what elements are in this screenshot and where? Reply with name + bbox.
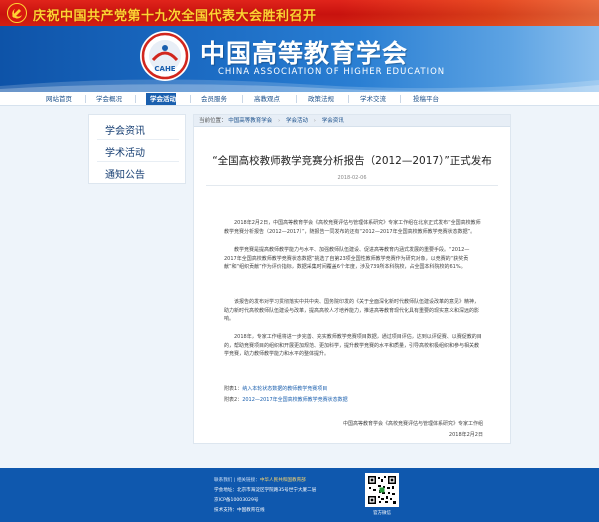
- footer-tech-value[interactable]: 中国教育在线: [237, 508, 265, 513]
- banner-text: 庆祝中国共产党第十九次全国代表大会胜利召开: [33, 9, 317, 24]
- article-paragraph: 教学竞赛是提高教师教学能力与水平、加强教师队伍建设、促进高等教育内涵式发展的重要…: [224, 247, 470, 271]
- footer-links: 联系我们 | 相关链接：中华人民共和国教育部: [214, 477, 306, 483]
- breadcrumb-link-news[interactable]: 学会资讯: [322, 118, 344, 124]
- nav-item-academic[interactable]: 学术交流: [359, 93, 387, 105]
- nav-item-policies[interactable]: 政策法规: [307, 93, 335, 105]
- footer-address-label: 学会地址：: [214, 488, 237, 493]
- breadcrumb: 当前位置： 中国高等教育学会 › 学会活动 › 学会资讯: [194, 115, 510, 127]
- nav-separator: [348, 95, 349, 103]
- qr-code-label: 官方微信: [373, 511, 391, 516]
- nav-item-submission[interactable]: 投稿平台: [412, 93, 440, 105]
- article-sign-date: 2018年2月2日: [448, 432, 483, 438]
- nav-separator: [242, 95, 243, 103]
- attachment-link[interactable]: 纳入本轮状态数据的教师教学竞赛项目: [242, 386, 327, 392]
- cahe-logo-icon[interactable]: CAHE: [139, 30, 191, 82]
- nav-separator: [135, 95, 136, 103]
- party-emblem-icon: [7, 3, 27, 23]
- article-paragraph: 2018年2月2日，中国高等教育学会《高校竞赛评估与管理体系研究》专家工作组在北…: [224, 220, 481, 235]
- sidebar-item-news[interactable]: 学会资讯: [105, 122, 145, 137]
- footer-address-value: 北京市海淀区学院路35号世宁大厦二层: [236, 488, 317, 493]
- sidebar-divider: [97, 161, 179, 162]
- attachment-item: 附表1：纳入本轮状态数据的教师教学竞赛项目: [224, 385, 327, 392]
- site-footer: 联系我们 | 相关链接：中华人民共和国教育部 学会地址：北京市海淀区学院路35号…: [0, 468, 599, 522]
- sidebar-item-notices[interactable]: 通知公告: [105, 166, 145, 181]
- title-divider: [206, 185, 498, 186]
- attachment-link[interactable]: 2012—2017年全国高校教师教学竞赛状态数据: [242, 397, 347, 403]
- nav-item-activities[interactable]: 学会活动: [146, 93, 176, 105]
- nav-separator: [85, 95, 86, 103]
- sidebar: 学会资讯 学术活动 通知公告: [88, 114, 186, 184]
- article-paragraph: 2018年，专家工作组将进一步完善、充实教师教学竞赛项目数据，通过项目评估，达到…: [224, 334, 482, 358]
- article-paragraph: 该报告的发布对学习贯彻落实中共中央、国务院印发的《关于全面深化新时代教师队伍建设…: [224, 299, 480, 323]
- footer-tech-label: 技术支持：: [214, 508, 237, 513]
- banner-shine: [339, 0, 599, 26]
- nav-separator: [296, 95, 297, 103]
- breadcrumb-prefix: 当前位置：: [199, 118, 227, 124]
- footer-link-moe[interactable]: 中华人民共和国教育部: [260, 478, 306, 483]
- attachment-prefix: 附表1：: [224, 386, 243, 392]
- breadcrumb-link-activities[interactable]: 学会活动: [286, 118, 308, 124]
- footer-address: 学会地址：北京市海淀区学院路35号世宁大厦二层: [214, 487, 316, 493]
- attachment-item: 附表2：2012—2017年全国高校教师教学竞赛状态数据: [224, 396, 348, 403]
- nav-item-about[interactable]: 学会概况: [95, 93, 123, 105]
- breadcrumb-link-home[interactable]: 中国高等教育学会: [228, 118, 272, 124]
- article-signature: 中国高等教育学会《高校竞赛评估与管理体系研究》专家工作组: [342, 421, 483, 427]
- sidebar-divider: [97, 139, 179, 140]
- breadcrumb-arrow-icon: ›: [313, 118, 316, 124]
- nav-separator: [400, 95, 401, 103]
- logo-text: CAHE: [154, 65, 175, 73]
- main-nav: 网站首页 学会概况 学会活动 会员服务 高教观点 政策法规 学术交流 投稿平台: [0, 92, 599, 106]
- wechat-qr-code-icon: [365, 473, 399, 507]
- nav-separator: [190, 95, 191, 103]
- nav-item-home[interactable]: 网站首页: [45, 93, 73, 105]
- article-title: “全国高校教师教学竞赛分析报告（2012—2017）”正式发布: [212, 155, 492, 167]
- article-panel: 当前位置： 中国高等教育学会 › 学会活动 › 学会资讯 “全国高校教师教学竞赛…: [193, 114, 511, 444]
- site-header: CAHE 中国高等教育学会 CHINA ASSOCIATION OF HIGHE…: [0, 26, 599, 92]
- sidebar-item-academic-activities[interactable]: 学术活动: [105, 144, 145, 159]
- attachment-prefix: 附表2：: [224, 397, 243, 403]
- celebration-banner: 庆祝中国共产党第十九次全国代表大会胜利召开: [0, 0, 599, 26]
- site-subtitle: CHINA ASSOCIATION OF HIGHER EDUCATION: [218, 67, 446, 77]
- nav-item-member-services[interactable]: 会员服务: [200, 93, 228, 105]
- article-date: 2018-02-06: [337, 175, 367, 181]
- footer-tech-support: 技术支持：中国教育在线: [214, 507, 265, 513]
- site-title: 中国高等教育学会: [200, 39, 409, 68]
- footer-links-label: 联系我们 | 相关链接：: [214, 478, 260, 483]
- breadcrumb-arrow-icon: ›: [278, 118, 281, 124]
- nav-item-viewpoints[interactable]: 高教观点: [253, 93, 281, 105]
- footer-icp: 京ICP备10003029号: [214, 498, 259, 503]
